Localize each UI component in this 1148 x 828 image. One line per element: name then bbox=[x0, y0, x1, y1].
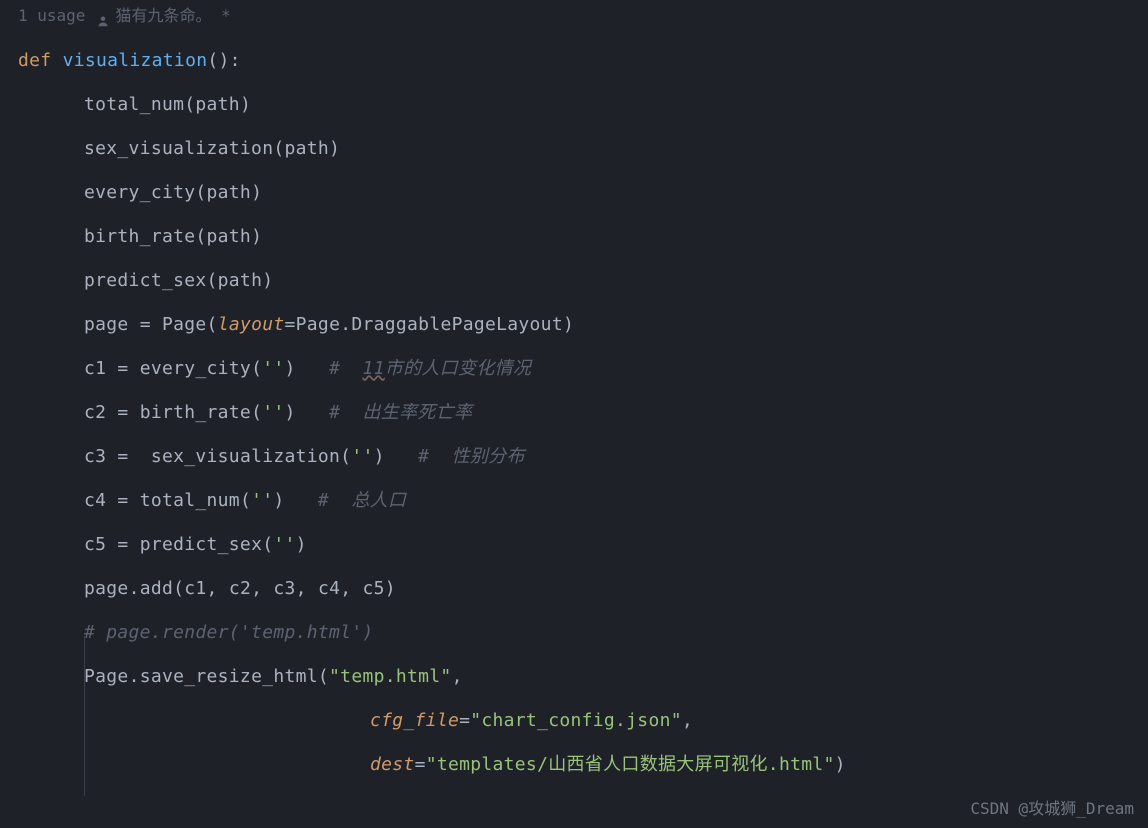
code-line: # page.render('temp.html') bbox=[18, 611, 1130, 655]
code-line: total_num(path) bbox=[18, 83, 1130, 127]
code-editor[interactable]: def visualization(): total_num(path) sex… bbox=[0, 33, 1148, 787]
code-line: c3 = sex_visualization('') # 性别分布 bbox=[18, 435, 1130, 479]
header: 1 usage 猫有九条命。 * bbox=[0, 0, 1148, 33]
code-line: page.add(c1, c2, c3, c4, c5) bbox=[18, 567, 1130, 611]
code-line: cfg_file="chart_config.json", bbox=[18, 699, 1130, 743]
author-info: 猫有九条命。 * bbox=[97, 4, 230, 29]
usage-count: 1 usage bbox=[18, 4, 85, 29]
code-line: birth_rate(path) bbox=[18, 215, 1130, 259]
code-line: sex_visualization(path) bbox=[18, 127, 1130, 171]
indent-guide bbox=[84, 636, 85, 796]
code-line: def visualization(): bbox=[18, 39, 1130, 83]
code-line: c5 = predict_sex('') bbox=[18, 523, 1130, 567]
code-line: every_city(path) bbox=[18, 171, 1130, 215]
code-line: predict_sex(path) bbox=[18, 259, 1130, 303]
code-line: page = Page(layout=Page.DraggablePageLay… bbox=[18, 303, 1130, 347]
code-line: Page.save_resize_html("temp.html", bbox=[18, 655, 1130, 699]
func-name: visualization bbox=[63, 47, 208, 75]
watermark: CSDN @攻城狮_Dream bbox=[970, 797, 1134, 822]
code-line: c4 = total_num('') # 总人口 bbox=[18, 479, 1130, 523]
code-line: c2 = birth_rate('') # 出生率死亡率 bbox=[18, 391, 1130, 435]
code-line: dest="templates/山西省人口数据大屏可视化.html") bbox=[18, 743, 1130, 787]
author-name: 猫有九条命。 * bbox=[115, 4, 230, 29]
user-icon bbox=[97, 10, 109, 22]
keyword-def: def bbox=[18, 47, 51, 75]
code-line: c1 = every_city('') # 11市的人口变化情况 bbox=[18, 347, 1130, 391]
